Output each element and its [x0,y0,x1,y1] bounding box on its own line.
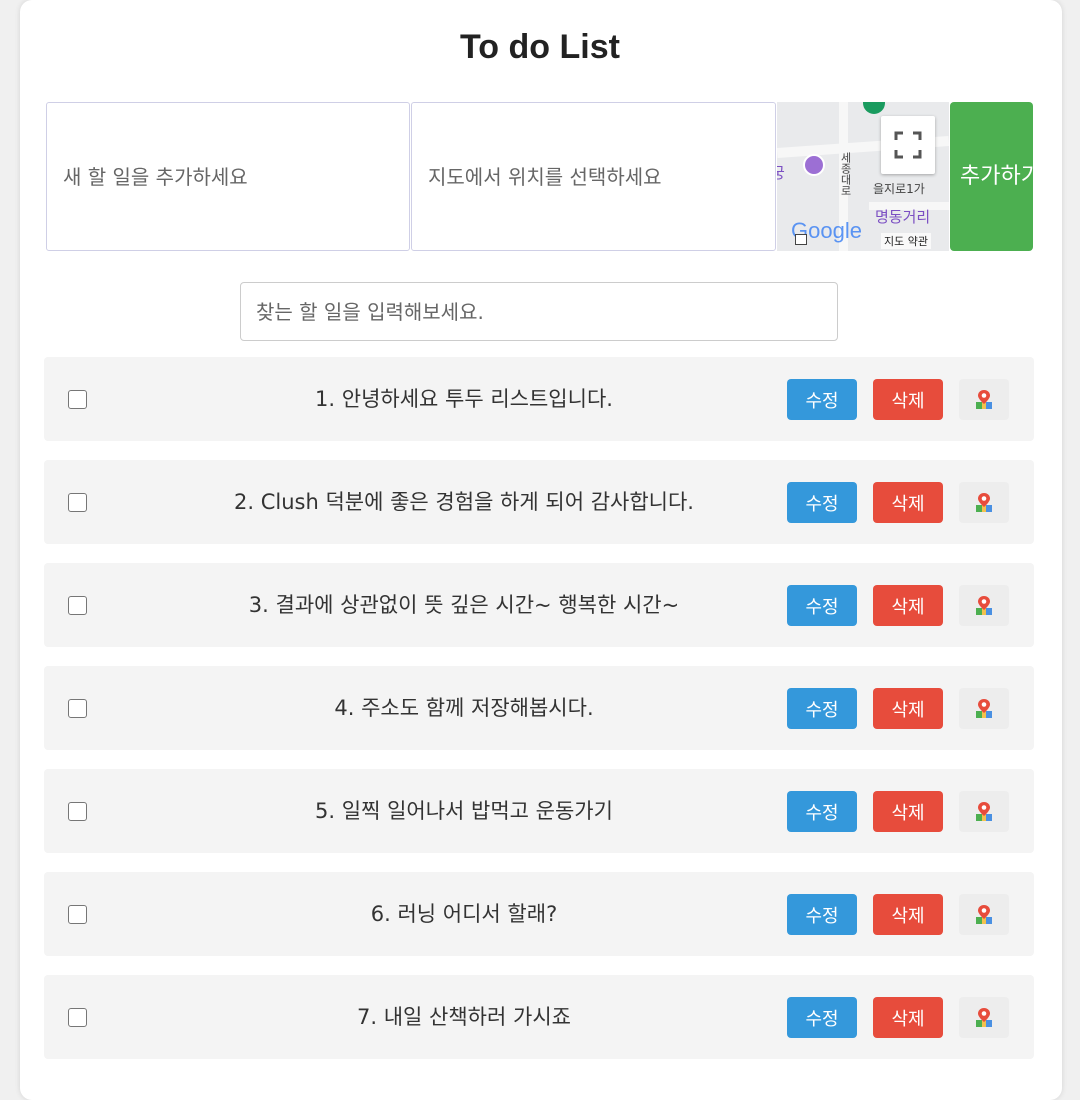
todo-item: 2. Clush 덕분에 좋은 경험을 하게 되어 감사합니다. 수정 삭제 [44,460,1034,544]
todo-checkbox[interactable] [68,390,87,409]
map-label: 세종대로 [839,152,852,196]
map-location-button[interactable] [959,688,1009,729]
map-terms-link[interactable]: 지도 약관 [881,233,931,249]
location-input[interactable] [411,102,776,251]
map-label: 명동거리 [875,208,931,226]
todo-text: 3. 결과에 상관없이 뜻 깊은 시간~ 행복한 시간~ [248,593,680,617]
todo-checkbox[interactable] [68,905,87,924]
edit-button[interactable]: 수정 [787,585,857,626]
todo-item: 7. 내일 산책하러 가시죠 수정 삭제 [44,975,1034,1059]
delete-button[interactable]: 삭제 [873,894,943,935]
todo-checkbox[interactable] [68,802,87,821]
palace-icon [803,154,825,176]
delete-button[interactable]: 삭제 [873,791,943,832]
todo-text: 1. 안녕하세요 투두 리스트입니다. [315,387,613,411]
page-title: To do List [460,28,620,66]
edit-button[interactable]: 수정 [787,997,857,1038]
todo-text: 6. 러닝 어디서 할래? [370,902,558,926]
map-location-button[interactable] [959,585,1009,626]
add-todo-button[interactable]: 추가하기 [950,102,1041,251]
todo-item: 6. 러닝 어디서 할래? 수정 삭제 [44,872,1034,956]
delete-button[interactable]: 삭제 [873,482,943,523]
delete-button[interactable]: 삭제 [873,379,943,420]
map-location-button[interactable] [959,894,1009,935]
keyboard-icon [795,234,807,245]
add-todo-form: 궁 세종대로 을지로1가 명동거리 Google 지도 약관 추가하기 [46,102,1041,251]
edit-button[interactable]: 수정 [787,894,857,935]
todo-text: 5. 일찍 일어나서 밥먹고 운동가기 [315,799,613,823]
map-label: 궁 [777,164,785,182]
map-pin-icon [976,493,992,512]
todo-checkbox[interactable] [68,493,87,512]
map-location-button[interactable] [959,482,1009,523]
todo-text: 2. Clush 덕분에 좋은 경험을 하게 되어 감사합니다. [234,490,694,514]
map-location-button[interactable] [959,997,1009,1038]
fullscreen-button[interactable] [881,116,935,174]
search-input[interactable] [240,282,838,341]
map-pin-icon [976,596,992,615]
map-preview[interactable]: 궁 세종대로 을지로1가 명동거리 Google 지도 약관 [777,102,949,251]
todo-item: 1. 안녕하세요 투두 리스트입니다. 수정 삭제 [44,357,1034,441]
todo-item: 4. 주소도 함께 저장해봅시다. 수정 삭제 [44,666,1034,750]
fullscreen-icon [894,131,922,159]
map-pin-icon [976,390,992,409]
todo-text: 7. 내일 산책하러 가시죠 [357,1005,571,1029]
todo-checkbox[interactable] [68,699,87,718]
edit-button[interactable]: 수정 [787,482,857,523]
edit-button[interactable]: 수정 [787,379,857,420]
delete-button[interactable]: 삭제 [873,585,943,626]
todo-list: 1. 안녕하세요 투두 리스트입니다. 수정 삭제 2. Clush 덕분에 좋… [44,357,1034,1078]
map-pin-icon [976,699,992,718]
delete-button[interactable]: 삭제 [873,997,943,1038]
map-pin-icon [976,1008,992,1027]
map-label: 을지로1가 [873,182,925,196]
todo-checkbox[interactable] [68,596,87,615]
map-marker [863,102,885,114]
edit-button[interactable]: 수정 [787,791,857,832]
todo-checkbox[interactable] [68,1008,87,1027]
todo-item: 3. 결과에 상관없이 뜻 깊은 시간~ 행복한 시간~ 수정 삭제 [44,563,1034,647]
map-location-button[interactable] [959,379,1009,420]
map-pin-icon [976,802,992,821]
map-location-button[interactable] [959,791,1009,832]
new-todo-input[interactable] [46,102,410,251]
map-pin-icon [976,905,992,924]
todo-item: 5. 일찍 일어나서 밥먹고 운동가기 수정 삭제 [44,769,1034,853]
delete-button[interactable]: 삭제 [873,688,943,729]
edit-button[interactable]: 수정 [787,688,857,729]
todo-text: 4. 주소도 함께 저장해봅시다. [334,696,594,720]
